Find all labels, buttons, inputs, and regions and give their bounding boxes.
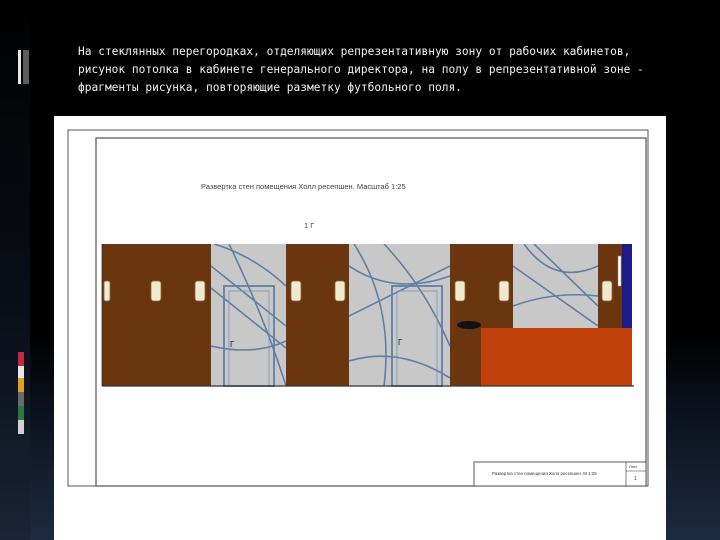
wall-lamp-icon [454, 280, 466, 302]
level-mark: 1 Г [304, 221, 314, 230]
elevation: Г Г [101, 244, 634, 387]
drawing-title: Развертка стен помещения Холл ресепшен. … [201, 182, 406, 191]
door-mark: Г [230, 340, 235, 349]
caption-line: фрагменты рисунка, повторяющие разметку … [78, 81, 462, 94]
accent-bar [18, 378, 24, 392]
wall-lamp-icon [290, 280, 302, 302]
door-mark: Г [398, 338, 403, 347]
wood-wall-panel [286, 244, 349, 386]
wood-wall-panel [102, 244, 211, 386]
accent-bar [18, 352, 24, 366]
title-block: Развертка стен помещения Холл ресепшен. … [473, 461, 647, 487]
wall-lamp-icon [150, 280, 162, 302]
column-inset [617, 255, 622, 287]
slide-left-panel [0, 0, 30, 540]
accent-bar [18, 406, 24, 420]
accent-bar [18, 392, 24, 406]
wall-lamp-icon [601, 280, 613, 302]
wall-lamp-icon [103, 280, 111, 302]
decor-line [23, 50, 29, 84]
wall-lamp-icon [194, 280, 206, 302]
stamp-text: Развертка стен помещения Холл ресепшен. … [492, 471, 597, 476]
decor-line [18, 50, 21, 84]
wall-lamp-icon [498, 280, 510, 302]
wall-lamp-icon [334, 280, 346, 302]
phone-icon [457, 321, 481, 329]
stamp-sheet-number: 1 [634, 476, 637, 482]
caption-line: На стеклянных перегородках, отделяющих р… [78, 45, 631, 58]
navy-column [622, 244, 632, 328]
caption-line: рисунок потолка в кабинете генерального … [78, 63, 644, 76]
reception-desk [481, 328, 632, 386]
stamp-sheet-label: Лист [629, 464, 638, 469]
accent-bar [18, 420, 24, 434]
drawing-svg: Развертка стен помещения Холл ресепшен. … [67, 129, 649, 487]
slide-caption: На стеклянных перегородках, отделяющих р… [78, 43, 688, 97]
wall-elevation-drawing: Развертка стен помещения Холл ресепшен. … [54, 116, 666, 540]
